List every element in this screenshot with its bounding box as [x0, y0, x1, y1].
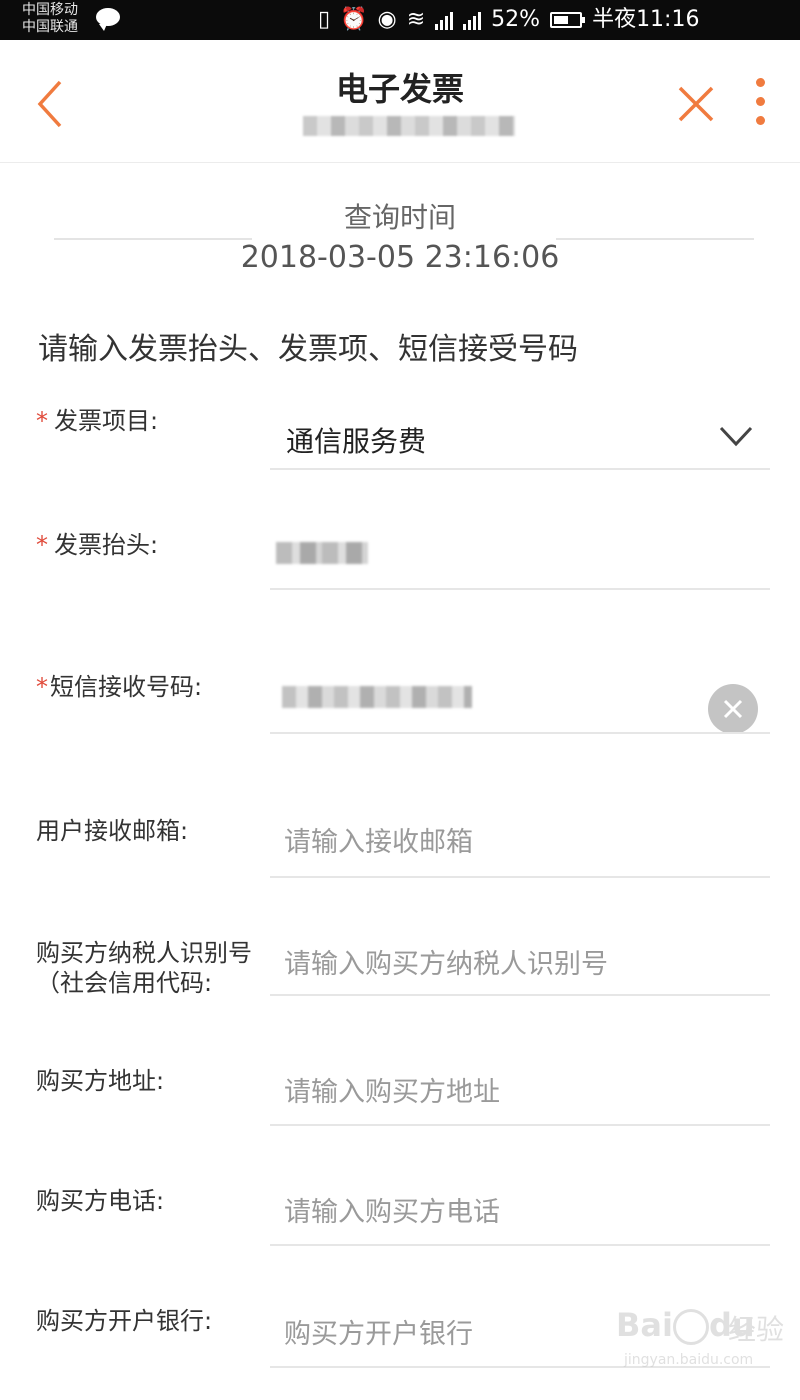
taxid-label-line2: （社会信用代码:: [36, 969, 213, 997]
email-input[interactable]: 请输入接收邮箱: [284, 820, 473, 859]
watermark-text: 经验: [728, 1313, 785, 1346]
chat-bubble-icon: [96, 8, 120, 31]
required-mark: *: [36, 407, 48, 435]
required-mark: *: [36, 531, 48, 559]
baidu-logo-bai: Bai: [616, 1306, 673, 1344]
instruction-text: 请输入发票抬头、发票项、短信接受号码: [38, 332, 578, 367]
sms-number-underline: [270, 732, 770, 734]
paw-icon: [672, 1309, 709, 1345]
status-bar: 中国移动 中国联通 ▯ ⏰ ◉ ≋ 52% 半夜11:16: [0, 0, 800, 40]
invoice-item-select[interactable]: 通信服务费: [286, 420, 426, 460]
phone-label: 购买方电话:: [36, 1187, 165, 1215]
taxid-input[interactable]: 请输入购买方纳税人识别号: [284, 942, 608, 981]
invoice-title-underline: [270, 588, 770, 590]
address-input[interactable]: 请输入购买方地址: [284, 1070, 500, 1109]
carrier-2: 中国联通: [22, 19, 78, 35]
invoice-title-input[interactable]: [276, 542, 368, 564]
invoice-item-label-text: 发票项目:: [54, 407, 159, 435]
app-header: 电子发票: [0, 40, 800, 163]
email-underline: [270, 876, 770, 878]
alarm-icon: ⏰: [340, 7, 368, 32]
sms-number-input[interactable]: [282, 686, 472, 708]
bank-input[interactable]: 购买方开户银行: [284, 1312, 473, 1351]
eye-icon: ◉: [377, 7, 397, 32]
address-label: 购买方地址:: [36, 1067, 165, 1095]
baidu-watermark: Bai du 经验 jingyan.baidu.com: [616, 1300, 796, 1390]
taxid-label: 购买方纳税人识别号 （社会信用代码:: [36, 938, 252, 998]
bank-label: 购买方开户银行:: [36, 1307, 213, 1335]
signal-icon-1: [435, 10, 454, 30]
sms-number-label: *短信接收号码:: [36, 672, 202, 702]
sms-number-label-text: 短信接收号码:: [50, 673, 203, 701]
carrier-info: 中国移动 中国联通: [22, 2, 78, 36]
battery-icon: [550, 12, 586, 28]
invoice-item-underline: [270, 468, 770, 470]
invoice-item-label: * 发票项目:: [36, 406, 158, 436]
carrier-1: 中国移动: [22, 2, 78, 18]
status-icons: ▯ ⏰ ◉ ≋ 52% 半夜11:16: [318, 0, 699, 40]
query-time-label: 查询时间: [343, 201, 456, 234]
watermark-url: jingyan.baidu.com: [624, 1352, 754, 1368]
invoice-title-label-text: 发票抬头:: [54, 531, 159, 559]
wifi-icon: ≋: [406, 7, 426, 32]
invoice-page: 中国移动 中国联通 ▯ ⏰ ◉ ≋ 52% 半夜11:16 电子发票 查询时间: [0, 0, 800, 1400]
phone-input[interactable]: 请输入购买方电话: [284, 1190, 500, 1229]
required-mark: *: [36, 673, 48, 701]
email-label: 用户接收邮箱:: [36, 817, 189, 845]
clear-input-icon[interactable]: [708, 684, 758, 734]
taxid-label-line1: 购买方纳税人识别号: [36, 939, 252, 967]
more-options-icon[interactable]: [748, 78, 772, 130]
taxid-underline: [270, 994, 770, 996]
clock-time: 半夜11:16: [592, 7, 700, 32]
query-time-value: 2018-03-05 23:16:06: [240, 240, 560, 275]
battery-percent: 52%: [491, 7, 541, 32]
close-icon[interactable]: [674, 82, 718, 126]
address-underline: [270, 1124, 770, 1126]
phone-underline: [270, 1244, 770, 1246]
chevron-down-icon[interactable]: [718, 418, 754, 454]
vibrate-icon: ▯: [318, 7, 331, 32]
signal-icon-2: [463, 10, 482, 30]
invoice-title-label: * 发票抬头:: [36, 530, 158, 560]
blurred-subtitle: [303, 116, 515, 136]
